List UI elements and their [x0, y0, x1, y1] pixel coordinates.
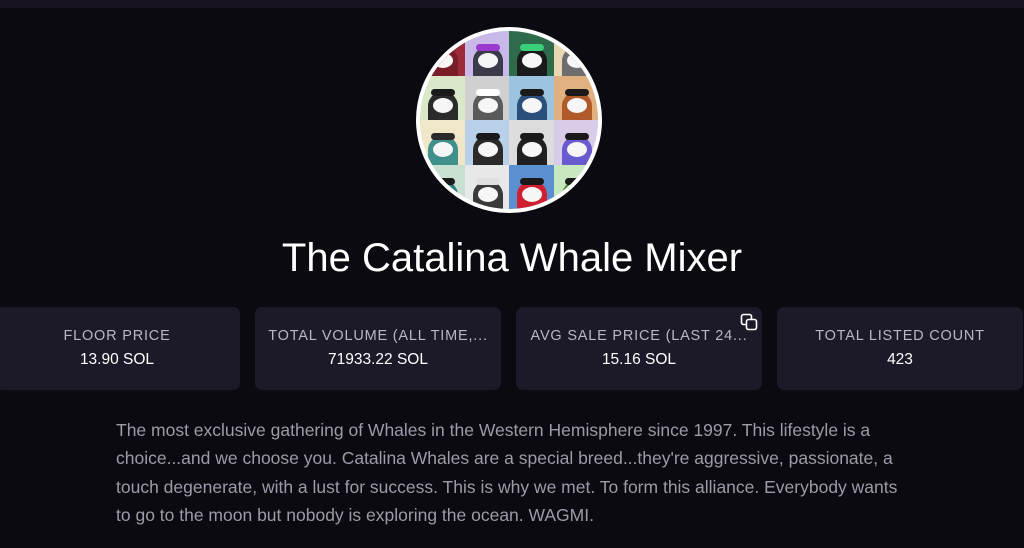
- whale-tile: [553, 75, 598, 120]
- whale-tile: [464, 164, 509, 209]
- stat-card-floor-price: FLOOR PRICE 13.90 SOL: [0, 307, 240, 390]
- stat-label: AVG SALE PRICE (LAST 24...: [530, 328, 748, 344]
- stat-card-total-volume: TOTAL VOLUME (ALL TIME,... 71933.22 SOL: [255, 307, 501, 390]
- collection-title: The Catalina Whale Mixer: [281, 236, 743, 280]
- whale-tile: [509, 164, 554, 209]
- whale-tile: [464, 75, 509, 120]
- whale-tile: [420, 75, 465, 120]
- whale-tile: [553, 164, 598, 209]
- whale-tile: [509, 31, 554, 76]
- stat-label: FLOOR PRICE: [63, 328, 171, 344]
- copy-icon[interactable]: [739, 312, 759, 332]
- top-bar: [0, 0, 1024, 8]
- stat-value: 15.16 SOL: [601, 351, 677, 368]
- avatar-mosaic: [420, 31, 598, 209]
- whale-tile: [553, 31, 598, 76]
- stat-label: TOTAL LISTED COUNT: [815, 328, 985, 344]
- copy-icon-graphic: [740, 313, 758, 331]
- collection-avatar: [416, 27, 602, 213]
- whale-tile: [553, 120, 598, 165]
- collection-description: The most exclusive gathering of Whales i…: [116, 420, 898, 525]
- whale-tile: [420, 120, 465, 165]
- stat-value: 13.90 SOL: [79, 351, 155, 368]
- whale-tile: [464, 120, 509, 165]
- whale-tile: [420, 164, 465, 209]
- whale-tile: [509, 75, 554, 120]
- whale-tile: [509, 120, 554, 165]
- stat-value: 71933.22 SOL: [328, 351, 428, 368]
- stat-card-total-listed: TOTAL LISTED COUNT 423: [777, 307, 1023, 390]
- whale-tile: [420, 31, 465, 76]
- whale-tile: [464, 31, 509, 76]
- stat-value: 423: [887, 351, 913, 368]
- stat-label: TOTAL VOLUME (ALL TIME,...: [268, 328, 488, 344]
- stat-card-avg-sale-price: AVG SALE PRICE (LAST 24... 15.16 SOL: [516, 307, 762, 390]
